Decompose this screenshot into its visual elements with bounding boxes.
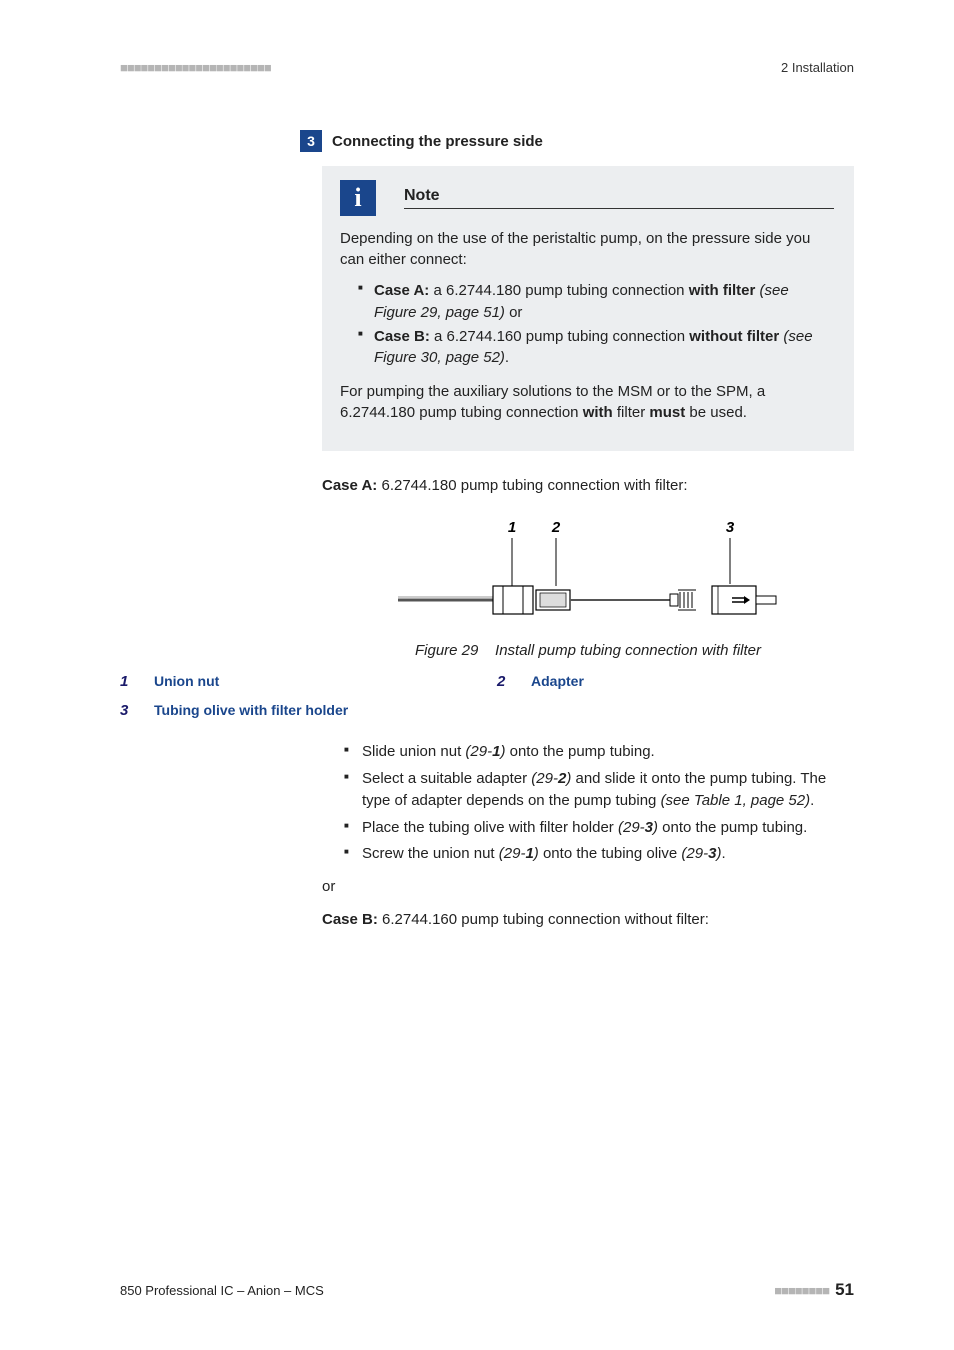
- footer-right: ■■■■■■■■ 51: [774, 1280, 854, 1300]
- fig-label-2: 2: [551, 519, 561, 536]
- case-a-heading: Case A: 6.2744.180 pump tubing connectio…: [322, 475, 854, 496]
- header-dashes: ■■■■■■■■■■■■■■■■■■■■■■: [120, 60, 271, 75]
- case-b-heading: Case B: 6.2744.160 pump tubing connectio…: [322, 909, 854, 930]
- page-header: ■■■■■■■■■■■■■■■■■■■■■■ 2 Installation: [120, 60, 854, 75]
- instruction-3: Place the tubing olive with filter holde…: [344, 817, 854, 840]
- note-header: i Note: [340, 180, 834, 216]
- fig-label-1: 1: [508, 519, 516, 536]
- main-content: 3 Connecting the pressure side i Note De…: [300, 130, 854, 930]
- step-title: Connecting the pressure side: [332, 133, 543, 150]
- legend-num-1: 1: [120, 673, 144, 690]
- legend-num-2: 2: [497, 673, 521, 690]
- note-requirement: For pumping the auxiliary solutions to t…: [340, 381, 834, 423]
- legend-label-3: Tubing olive with filter holder: [154, 702, 487, 719]
- page-footer: 850 Professional IC – Anion – MCS ■■■■■■…: [120, 1280, 854, 1300]
- figure-29: 1 2 3: [322, 514, 854, 634]
- note-case-a: Case A: a 6.2744.180 pump tubing connect…: [358, 280, 834, 324]
- note-intro: Depending on the use of the peristaltic …: [340, 228, 834, 270]
- legend-label-1: Union nut: [154, 673, 487, 690]
- note-case-list: Case A: a 6.2744.180 pump tubing connect…: [340, 280, 834, 369]
- or-separator: or: [322, 878, 854, 895]
- step-number-badge: 3: [300, 130, 322, 152]
- fig-label-3: 3: [726, 519, 735, 536]
- info-icon: i: [340, 180, 376, 216]
- step-heading: 3 Connecting the pressure side: [300, 130, 854, 152]
- legend-label-2: Adapter: [531, 673, 864, 690]
- instruction-list: Slide union nut (29-1) onto the pump tub…: [344, 741, 854, 866]
- page-number: 51: [835, 1280, 854, 1300]
- instruction-1: Slide union nut (29-1) onto the pump tub…: [344, 741, 854, 764]
- instruction-2: Select a suitable adapter (29-2) and sli…: [344, 768, 854, 813]
- legend-num-3: 3: [120, 702, 144, 719]
- header-section: 2 Installation: [781, 60, 854, 75]
- figure-caption: Figure 29 Install pump tubing connection…: [322, 642, 854, 659]
- instruction-4: Screw the union nut (29-1) onto the tubi…: [344, 843, 854, 866]
- note-title: Note: [404, 187, 834, 209]
- note-box: i Note Depending on the use of the peris…: [322, 166, 854, 451]
- footer-product: 850 Professional IC – Anion – MCS: [120, 1283, 324, 1298]
- footer-dashes: ■■■■■■■■: [774, 1283, 829, 1298]
- figure-legend: 1 Union nut 2 Adapter 3 Tubing olive wit…: [120, 673, 864, 719]
- note-case-b: Case B: a 6.2744.160 pump tubing connect…: [358, 326, 834, 370]
- pump-tubing-diagram: 1 2 3: [388, 514, 788, 634]
